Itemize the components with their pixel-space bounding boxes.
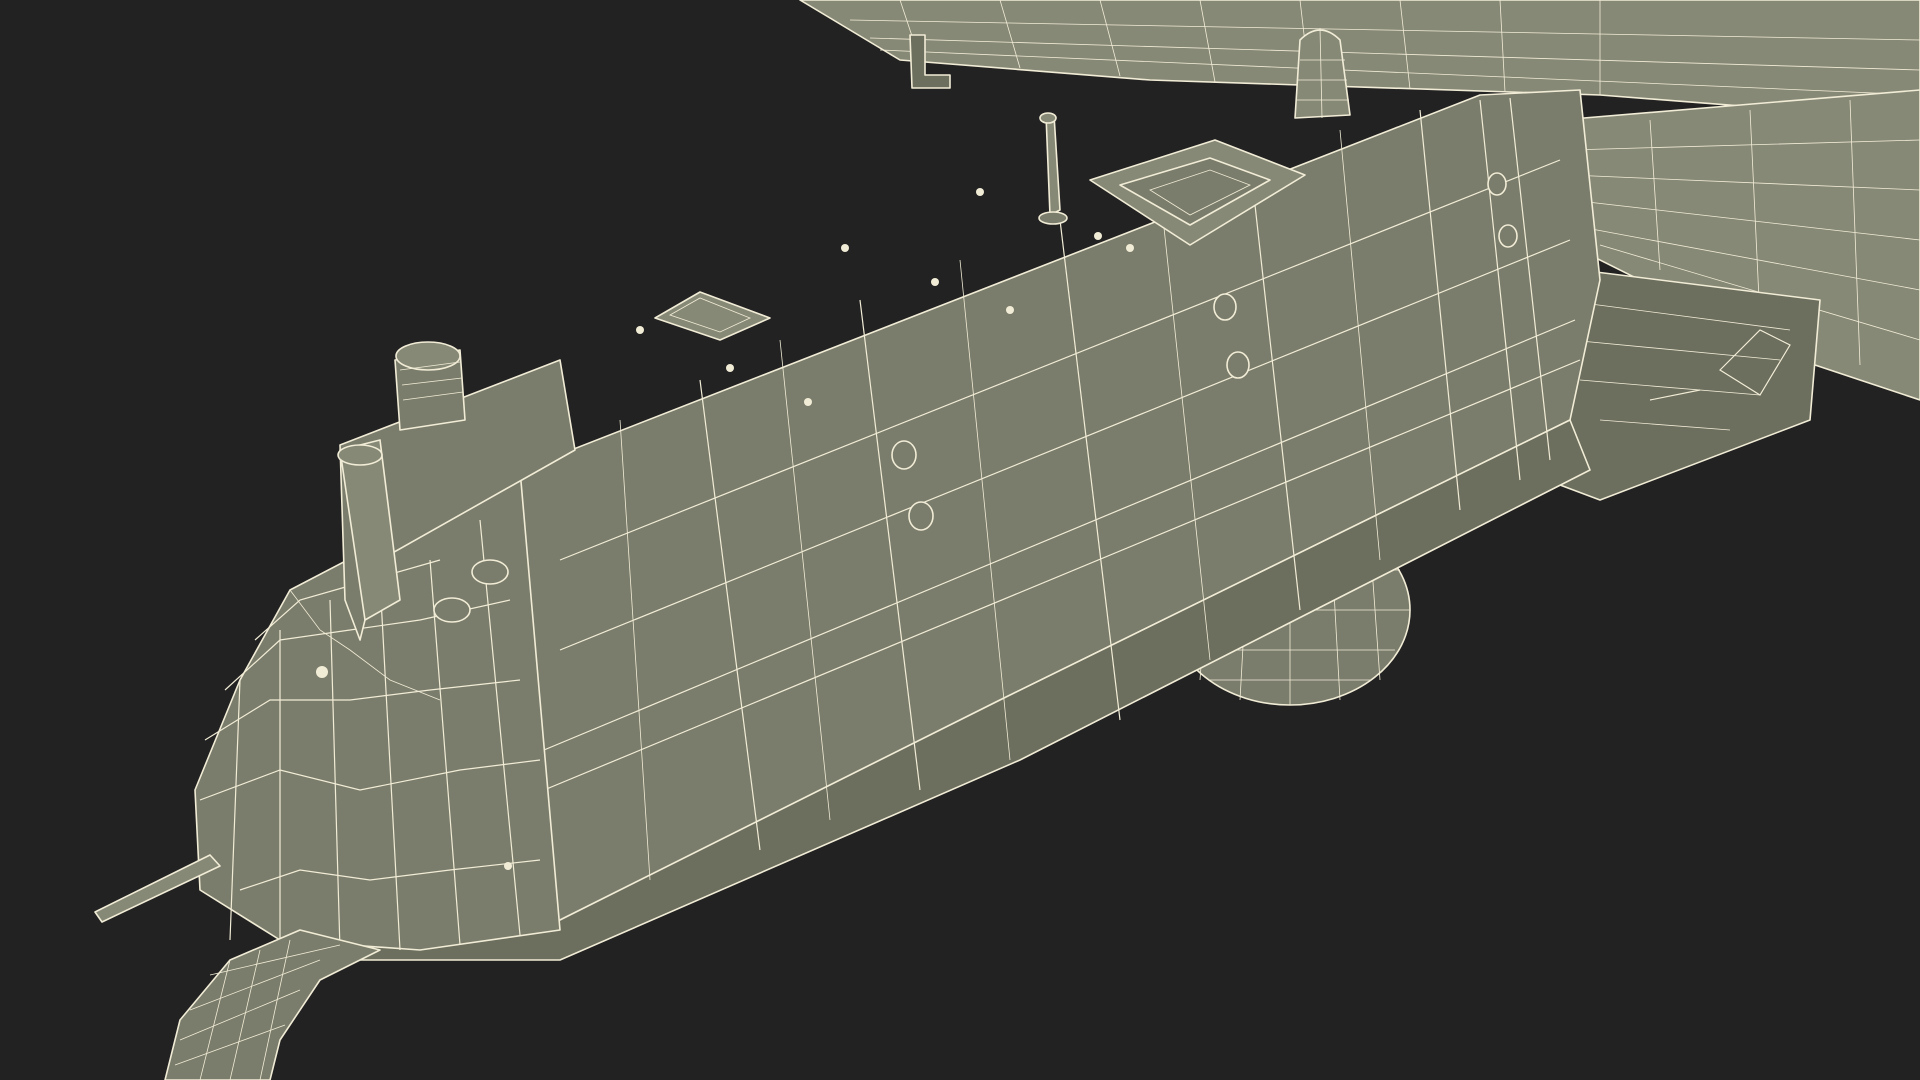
landing-skid: [164, 929, 381, 1080]
3d-viewport[interactable]: [0, 0, 1920, 1080]
wireframe-render: [94, 0, 1920, 1080]
antenna-mast: [1038, 112, 1068, 225]
wing-upper: [799, 0, 1920, 121]
